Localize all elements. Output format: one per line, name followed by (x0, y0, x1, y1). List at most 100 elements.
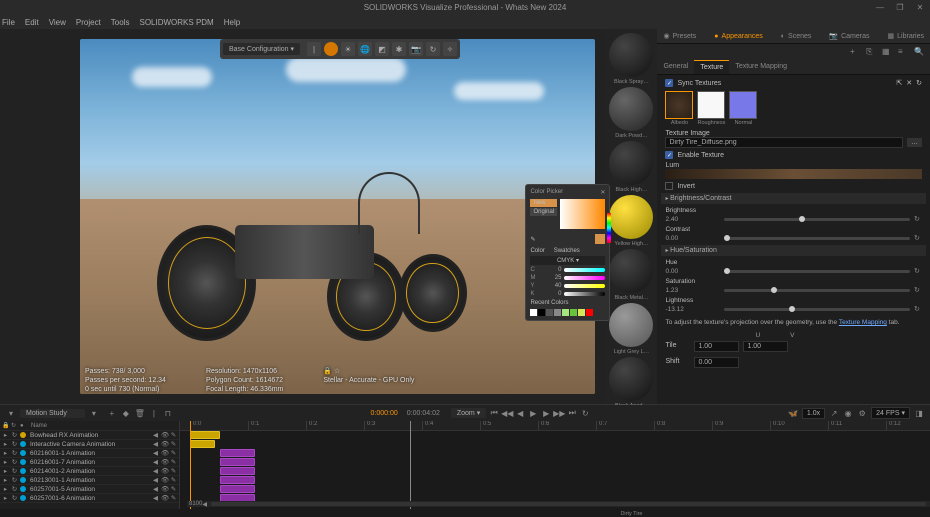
appearance-sphere[interactable] (609, 357, 653, 401)
lock-column-icon[interactable]: 🔒 (2, 422, 9, 429)
face-icon[interactable]: ◩ (375, 42, 389, 56)
zoom-dropdown[interactable]: Zoom ▾ (451, 408, 486, 418)
sun-icon[interactable]: ☀ (341, 42, 355, 56)
appearance-library[interactable]: Black Spray…Dark Powd…Black High…Yellow … (605, 29, 657, 404)
key-track-icon[interactable]: ◀ (152, 440, 159, 448)
menu-file[interactable]: File (2, 18, 15, 27)
tab-libraries[interactable]: ▦ Libraries (888, 32, 924, 40)
study-dropdown[interactable]: Motion Study (20, 409, 85, 418)
eyedropper-icon[interactable]: ✎ (530, 236, 535, 243)
subtab-texture[interactable]: Texture (694, 60, 729, 74)
camera-icon[interactable]: 📷 (409, 42, 423, 56)
goto-start-icon[interactable]: ⏮ (489, 408, 499, 418)
track-row[interactable]: ▸↻60257001-6 Animation◀👁✎ (0, 494, 179, 503)
expand-icon[interactable]: ▸ (2, 458, 9, 466)
tab-presets[interactable]: ◉ Presets (663, 32, 696, 40)
track-row[interactable]: ▸↻60257001-5 Animation◀👁✎ (0, 485, 179, 494)
expand-icon[interactable]: ▸ (2, 440, 9, 448)
lightness-slider[interactable] (724, 308, 910, 311)
timeline-tracks-list[interactable]: 🔒 ↻ ● Name ▸↻Bowhead RX Animation◀👁✎▸↻In… (0, 421, 180, 509)
luminance-strip[interactable] (665, 169, 922, 179)
color-mode-dropdown[interactable]: CMYK ▾ (530, 256, 605, 265)
collapse-icon[interactable]: ▾ (6, 408, 16, 418)
scrollbar-track[interactable] (211, 502, 926, 506)
shift-u-input[interactable] (694, 357, 739, 368)
reset-icon[interactable]: ↻ (914, 286, 922, 294)
share-icon[interactable]: ↗ (829, 408, 839, 418)
appearance-sphere[interactable] (609, 141, 653, 185)
render-icon[interactable]: 🦋 (788, 408, 798, 418)
cyan-slider[interactable] (564, 268, 605, 272)
recent-swatch[interactable] (570, 309, 577, 316)
recent-swatch[interactable] (578, 309, 585, 316)
tab-cameras[interactable]: 📷 Cameras (829, 32, 869, 40)
magenta-slider[interactable] (564, 276, 605, 280)
timeline-clip[interactable] (220, 476, 255, 484)
edit-track-icon[interactable]: ✎ (170, 467, 177, 475)
vis-icon[interactable]: 👁 (161, 458, 168, 466)
vis-icon[interactable]: 👁 (161, 494, 168, 502)
color-tab[interactable]: Color (530, 248, 544, 254)
globe-icon[interactable]: 🌐 (358, 42, 372, 56)
dropdown-arrow-icon[interactable]: ▾ (89, 408, 99, 418)
texture-channel-roughness[interactable] (697, 91, 725, 119)
texture-channel-albedo[interactable] (665, 91, 693, 119)
popout-icon[interactable]: ⇱ (896, 79, 902, 87)
key-track-icon[interactable]: ◀ (152, 449, 159, 457)
close-button[interactable]: ✕ (910, 0, 930, 15)
close-icon[interactable]: ✕ (906, 79, 912, 87)
maximize-button[interactable]: ❐ (890, 0, 910, 15)
tab-scenes[interactable]: ◐ Scenes (781, 32, 812, 40)
menu-view[interactable]: View (49, 18, 66, 27)
loop-track-icon[interactable]: ↻ (11, 431, 18, 439)
search-icon[interactable]: 🔍 (914, 47, 924, 57)
track-row[interactable]: ▸↻Bowhead RX Animation◀👁✎ (0, 431, 179, 440)
tile-u-input[interactable] (694, 341, 739, 352)
expand-icon[interactable]: ▸ (2, 431, 9, 439)
timeline-clip[interactable] (220, 485, 255, 493)
track-row[interactable]: ▸↻60213001-1 Animation◀👁✎ (0, 476, 179, 485)
key-track-icon[interactable]: ◀ (152, 458, 159, 466)
hue-slider[interactable] (607, 213, 611, 243)
vis-icon[interactable]: 👁 (161, 431, 168, 439)
timeline-clip[interactable] (190, 440, 215, 448)
color-new[interactable]: New (530, 199, 557, 207)
reset-icon[interactable]: ↻ (914, 267, 922, 275)
contrast-slider[interactable] (724, 237, 910, 240)
edit-track-icon[interactable]: ✎ (170, 458, 177, 466)
loop-track-icon[interactable]: ↻ (11, 440, 18, 448)
expand-icon[interactable]: ▸ (2, 494, 9, 502)
appearance-sphere[interactable] (609, 195, 653, 239)
color-original[interactable]: Original (530, 208, 557, 216)
appearance-sphere[interactable] (609, 87, 653, 131)
texture-path-input[interactable] (665, 137, 903, 148)
reset-icon[interactable]: ↻ (914, 234, 922, 242)
goto-end-icon[interactable]: ⏭ (567, 408, 577, 418)
playhead[interactable] (410, 421, 411, 509)
menu-solidworks-pdm[interactable]: SOLIDWORKS PDM (139, 18, 213, 27)
saturation-slider[interactable] (724, 289, 910, 292)
menu-edit[interactable]: Edit (25, 18, 39, 27)
appearance-sphere[interactable] (609, 33, 653, 77)
edit-track-icon[interactable]: ✎ (170, 449, 177, 457)
fan-icon[interactable]: ✱ (392, 42, 406, 56)
recent-swatch[interactable] (586, 309, 593, 316)
key-track-icon[interactable]: ◀ (152, 476, 159, 484)
invert-checkbox[interactable] (665, 182, 673, 190)
subtab-general[interactable]: General (657, 60, 694, 74)
speed-box[interactable]: 1.0x (802, 408, 825, 419)
track-row[interactable]: ▸↻60214001-2 Animation◀👁✎ (0, 467, 179, 476)
tile-v-input[interactable] (743, 341, 788, 352)
edit-track-icon[interactable]: ✎ (170, 440, 177, 448)
reset-icon[interactable]: ↻ (916, 79, 922, 87)
key-track-icon[interactable]: ◀ (152, 431, 159, 439)
magnet-icon[interactable]: ⊓ (163, 408, 173, 418)
edit-track-icon[interactable]: ✎ (170, 485, 177, 493)
loop-icon[interactable]: ↻ (580, 408, 590, 418)
texture-channel-normal[interactable] (729, 91, 757, 119)
hue-slider[interactable] (724, 270, 910, 273)
reset-icon[interactable]: ↻ (914, 215, 922, 223)
delete-icon[interactable]: 🗑 (135, 408, 145, 418)
vis-icon[interactable]: 👁 (161, 485, 168, 493)
track-row[interactable]: ▸↻60216001-1 Animation◀👁✎ (0, 449, 179, 458)
